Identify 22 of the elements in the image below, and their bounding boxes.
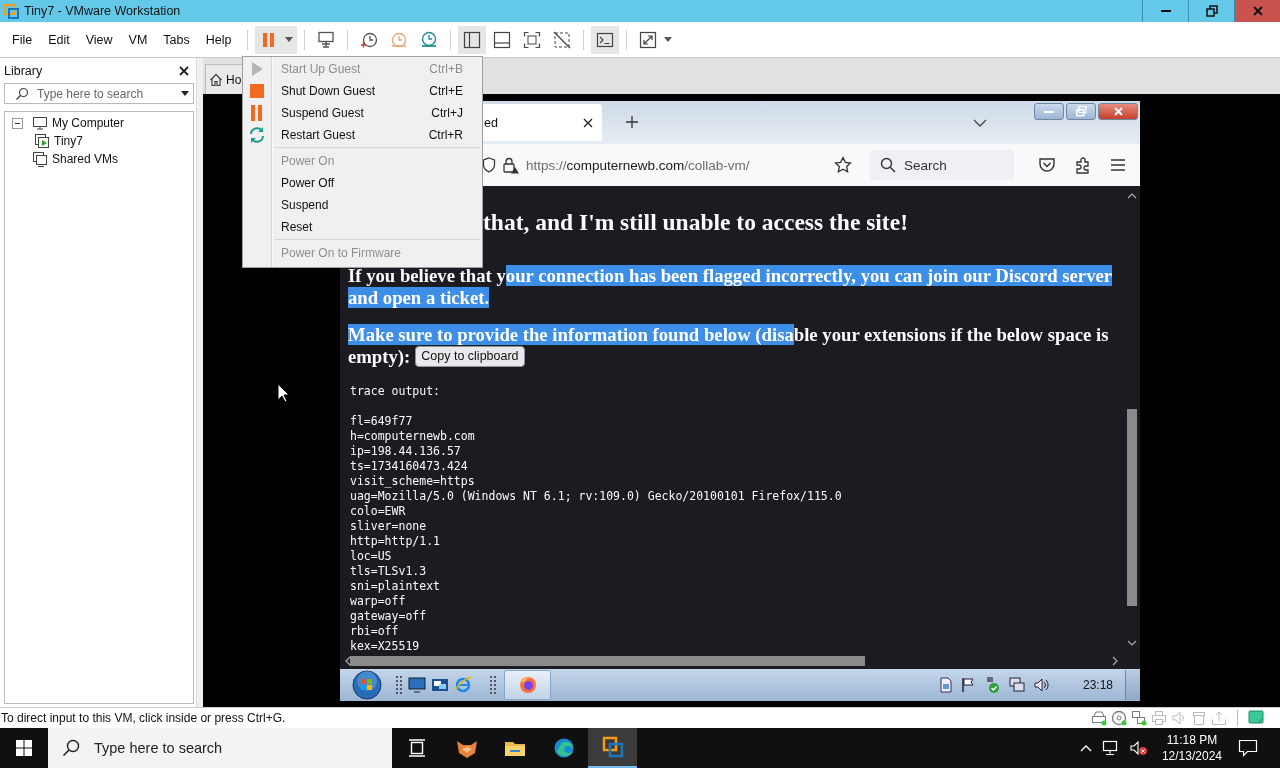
panel-title: Library (4, 64, 43, 78)
url-text: https://computernewb.com/collab-vm/ (526, 157, 750, 173)
trace-line: tls=TLSv1.3 (350, 564, 428, 579)
trace-label: trace output: (350, 384, 441, 399)
trace-line: loc=US (350, 549, 393, 564)
trace-line: rbi=off (350, 624, 400, 639)
trace-line: h=computernewb.com (350, 429, 476, 444)
trace-line: http=http/1.1 (350, 534, 441, 549)
page-heading: that, and I'm still unable to access the site! (483, 209, 909, 235)
trace-line: warp=off (350, 594, 407, 609)
trace-line: kex=X25519 (350, 639, 421, 653)
trace-line: visit_scheme=https (350, 474, 476, 489)
trace-line: colo=EWR (350, 504, 407, 519)
trace-line: ts=1734160473.424 (350, 459, 469, 474)
window-title: Tiny7 - VMware Workstation (24, 4, 181, 18)
trace-line: fl=649f77 (350, 414, 414, 429)
status-message: To direct input to this VM, click inside or press Ctrl+G. (0, 711, 286, 725)
trace-line: ip=198.44.136.57 (350, 444, 462, 459)
trace-line: sliver=none (350, 519, 428, 534)
trace-line: uag=Mozilla/5.0 (Windows NT 6.1; rv:109.0) Gecko/20100101 Firefox/115.0 (350, 489, 843, 504)
trace-line: sni=plaintext (350, 579, 441, 594)
trace-line: gateway=off (350, 609, 428, 624)
